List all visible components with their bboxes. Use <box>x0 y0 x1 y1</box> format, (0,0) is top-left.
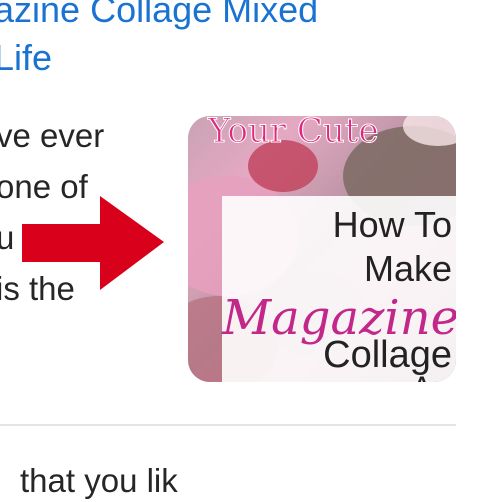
snippet-line-1: ve ever <box>0 117 105 154</box>
red-arrow-icon <box>22 196 164 290</box>
divider <box>0 424 456 426</box>
background-text: Your Cute <box>207 116 379 151</box>
card-line-1: How To <box>332 204 452 245</box>
article-thumbnail[interactable]: Your Cute How To Make Magazine Collage A… <box>188 116 456 382</box>
next-paragraph-text: that you lik <box>20 462 178 499</box>
title-line-1: azine Collage Mixed <box>0 0 319 30</box>
article-title-link[interactable]: azine Collage Mixed Life <box>0 0 474 82</box>
card-line-5: Art <box>222 370 452 382</box>
thumbnail-title-card: How To Make Magazine Collage Art <box>222 196 456 382</box>
card-line-2: Make <box>363 248 452 289</box>
title-line-2: Life <box>0 37 53 78</box>
